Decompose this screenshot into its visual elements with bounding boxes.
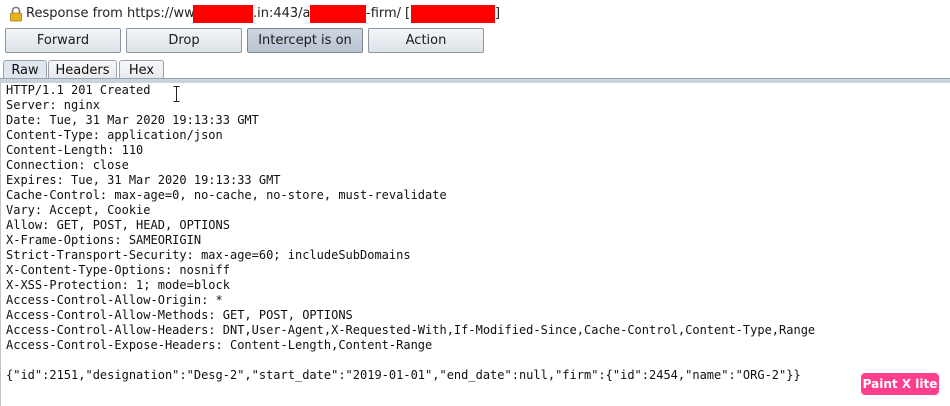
status-line: HTTP/1.1 201 Created xyxy=(6,83,151,97)
forward-button[interactable]: Forward xyxy=(5,28,121,53)
header-line: Cache-Control: max-age=0, no-cache, no-s… xyxy=(6,188,447,202)
title-bracket-open: [ xyxy=(405,6,411,21)
title-prefix: Response from https://www. xyxy=(26,6,209,21)
header-line: Access-Control-Allow-Origin: * xyxy=(6,293,223,307)
header-line: Date: Tue, 31 Mar 2020 19:13:33 GMT xyxy=(6,113,259,127)
header-line: Expires: Tue, 31 Mar 2020 19:13:33 GMT xyxy=(6,173,281,187)
header-line: Server: nginx xyxy=(6,98,100,112)
header-line: Connection: close xyxy=(6,158,129,172)
tab-raw[interactable]: Raw xyxy=(3,60,47,80)
header-line: Access-Control-Allow-Headers: DNT,User-A… xyxy=(6,323,816,337)
drop-button[interactable]: Drop xyxy=(126,28,242,53)
redacted-ip xyxy=(411,5,495,23)
title-bracket-close: ] xyxy=(495,6,501,21)
title-url-suffix: -firm/ xyxy=(366,6,402,21)
intercept-toggle-button[interactable]: Intercept is on xyxy=(247,28,363,53)
header-line: Content-Type: application/json xyxy=(6,128,223,142)
header-line: Content-Length: 110 xyxy=(6,143,144,157)
header-line: X-Frame-Options: SAMEORIGIN xyxy=(6,233,202,247)
lock-icon xyxy=(9,6,23,22)
message-title-bar: Response from https://www. .in:443/api/ … xyxy=(0,0,950,28)
header-line: X-Content-Type-Options: nosniff xyxy=(6,263,230,277)
tab-headers[interactable]: Headers xyxy=(48,60,117,79)
tab-hex[interactable]: Hex xyxy=(119,60,164,79)
paint-x-lite-watermark: Paint X lite xyxy=(861,373,939,395)
header-line: X-XSS-Protection: 1; mode=block xyxy=(6,278,230,292)
text-cursor-icon xyxy=(173,86,180,102)
header-line: Allow: GET, POST, HEAD, OPTIONS xyxy=(6,218,230,232)
response-editor[interactable]: HTTP/1.1 201 Created Server: nginx Date:… xyxy=(0,83,950,406)
redacted-path xyxy=(310,5,366,23)
header-line: Access-Control-Allow-Methods: GET, POST,… xyxy=(6,308,353,322)
action-button[interactable]: Action xyxy=(368,28,484,53)
header-line: Vary: Accept, Cookie xyxy=(6,203,151,217)
json-body-line: {"id":2151,"designation":"Desg-2","start… xyxy=(6,368,801,382)
redacted-domain xyxy=(193,5,253,23)
header-line: Strict-Transport-Security: max-age=60; i… xyxy=(6,248,411,262)
header-line: Access-Control-Expose-Headers: Content-L… xyxy=(6,338,433,352)
